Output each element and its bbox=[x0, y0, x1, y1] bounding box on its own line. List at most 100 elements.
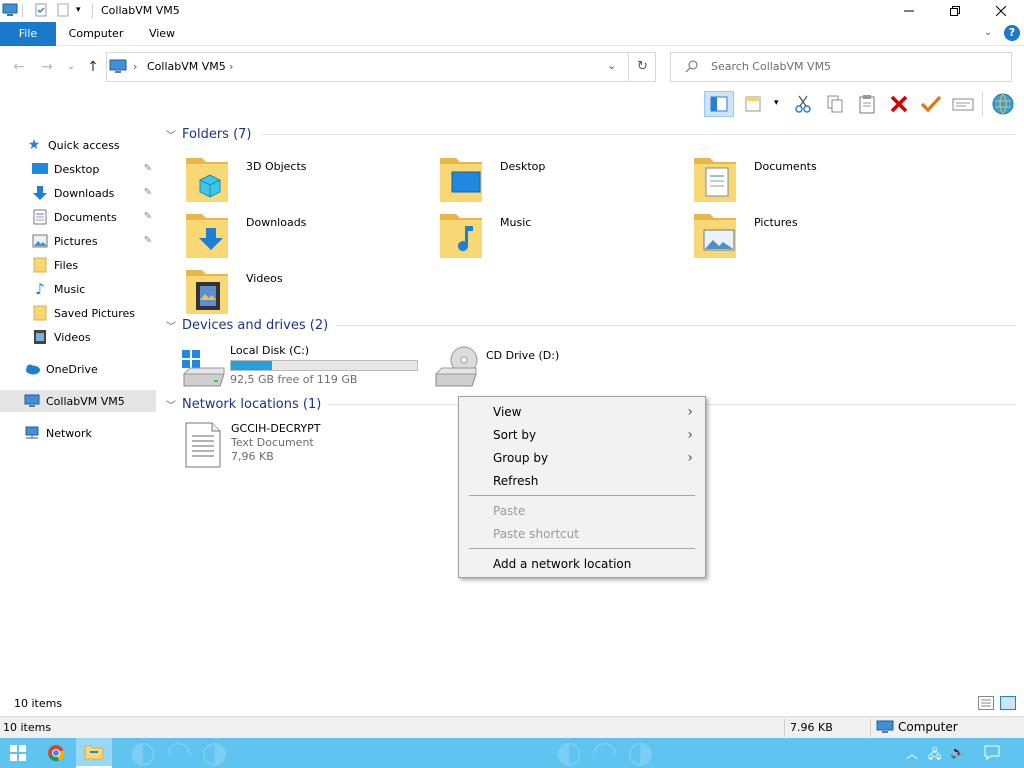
folder-3d-objects[interactable]: 3D Objects bbox=[184, 154, 434, 206]
cut-button[interactable] bbox=[790, 91, 816, 117]
properties-icon[interactable] bbox=[34, 3, 48, 17]
item-count: 10 items bbox=[14, 697, 63, 710]
sidebar-item-desktop[interactable]: Desktop ✎ bbox=[0, 158, 156, 180]
chevron-down-icon[interactable]: ▾ bbox=[774, 98, 779, 108]
options-button[interactable] bbox=[990, 91, 1016, 117]
sidebar-item-music[interactable]: ♪ Music bbox=[0, 278, 156, 300]
file-name: GCCIH-DECRYPT bbox=[231, 422, 321, 435]
pin-icon[interactable]: ✎ bbox=[144, 211, 152, 222]
help-icon[interactable]: ? bbox=[1004, 25, 1020, 41]
sidebar-item-label: OneDrive bbox=[46, 362, 98, 376]
tab-view[interactable]: View bbox=[140, 22, 184, 46]
large-icons-view-icon[interactable] bbox=[1000, 696, 1016, 713]
taskbar: ◐ ◠ ◑ ◐ ◠ ◑ ︿ 🖧 🔈 bbox=[0, 738, 1024, 768]
menu-item-group-by[interactable]: Group by › bbox=[459, 447, 705, 469]
menu-item-label: Paste shortcut bbox=[493, 527, 579, 541]
sidebar-item-saved-pictures[interactable]: Saved Pictures bbox=[0, 302, 156, 324]
folder-pictures[interactable]: Pictures bbox=[692, 210, 942, 262]
taskbar-chrome[interactable] bbox=[38, 738, 74, 768]
pin-icon[interactable]: ✎ bbox=[144, 187, 152, 198]
up-button[interactable]: ↑ bbox=[84, 58, 102, 76]
chevron-down-icon[interactable]: ﹀ bbox=[166, 318, 176, 333]
folder-downloads[interactable]: Downloads bbox=[184, 210, 434, 262]
forward-button[interactable]: → bbox=[38, 58, 56, 76]
menu-item-refresh[interactable]: Refresh bbox=[459, 470, 705, 492]
drive-free-space: 92,5 GB free of 119 GB bbox=[230, 373, 358, 386]
sidebar-item-files[interactable]: Files bbox=[0, 254, 156, 276]
navigation-pane-button[interactable] bbox=[704, 91, 734, 117]
folder-label: Music bbox=[500, 216, 532, 229]
layout-pane-icon bbox=[710, 96, 728, 112]
sidebar-item-videos[interactable]: Videos bbox=[0, 326, 156, 348]
drive-local-disk-c[interactable]: Local Disk (C:) 92,5 GB free of 119 GB bbox=[180, 344, 442, 396]
menu-item-sort-by[interactable]: Sort by › bbox=[459, 424, 705, 446]
tab-file[interactable]: File bbox=[0, 22, 56, 46]
folder-label: Downloads bbox=[246, 216, 307, 229]
chevron-right-icon[interactable]: › bbox=[229, 60, 233, 73]
divider bbox=[784, 719, 785, 737]
sidebar-item-network[interactable]: Network bbox=[0, 422, 156, 444]
wallpaper-decoration: ◐ ◠ ◑ bbox=[130, 738, 228, 768]
globe-icon bbox=[992, 93, 1014, 115]
menu-separator bbox=[469, 495, 695, 496]
breadcrumb[interactable]: CollabVM VM5 bbox=[147, 60, 226, 73]
back-button[interactable]: ← bbox=[10, 58, 28, 76]
group-header-folders[interactable]: ﹀ Folders (7) bbox=[166, 124, 1016, 144]
menu-item-add-network-location[interactable]: Add a network location bbox=[459, 553, 705, 575]
paste-button[interactable] bbox=[854, 91, 880, 117]
network-item-gccih-decrypt[interactable]: GCCIH-DECRYPT Text Document 7,96 KB bbox=[184, 422, 434, 474]
minimize-button[interactable] bbox=[886, 0, 932, 22]
volume-icon[interactable]: 🔈 bbox=[950, 745, 965, 759]
search-input[interactable]: Search CollabVM VM5 bbox=[670, 52, 1012, 82]
chevron-down-icon[interactable]: ﹀ bbox=[166, 127, 176, 142]
recent-locations-button[interactable]: ⌄ bbox=[62, 58, 80, 76]
sidebar-item-downloads[interactable]: Downloads ✎ bbox=[0, 182, 156, 204]
chevron-right-icon: › bbox=[687, 404, 693, 420]
properties-button[interactable] bbox=[950, 91, 976, 117]
details-view-icon[interactable] bbox=[978, 696, 994, 713]
computer-icon[interactable] bbox=[2, 3, 18, 17]
tab-computer[interactable]: Computer bbox=[60, 22, 132, 46]
folder-music[interactable]: Music bbox=[438, 210, 688, 262]
chevron-down-icon: ⌄ bbox=[67, 62, 75, 72]
wallpaper-decoration: ◐ ◠ ◑ bbox=[556, 738, 654, 768]
menu-item-view[interactable]: View › bbox=[459, 401, 705, 423]
close-button[interactable] bbox=[978, 0, 1024, 22]
divider bbox=[92, 4, 93, 18]
sidebar-item-pictures[interactable]: Pictures ✎ bbox=[0, 230, 156, 252]
drive-cd-d[interactable]: CD Drive (D:) bbox=[434, 344, 684, 396]
new-item-button[interactable] bbox=[742, 91, 768, 117]
copy-button[interactable] bbox=[822, 91, 848, 117]
notifications-icon[interactable] bbox=[984, 745, 1000, 763]
group-header-devices[interactable]: ﹀ Devices and drives (2) bbox=[166, 315, 1016, 335]
divider bbox=[22, 4, 23, 18]
new-folder-icon[interactable] bbox=[56, 3, 70, 17]
videos-icon bbox=[32, 329, 48, 345]
chevron-down-icon[interactable]: ﹀ bbox=[166, 397, 176, 412]
pin-icon[interactable]: ✎ bbox=[144, 235, 152, 246]
network-tray-icon[interactable]: 🖧 bbox=[928, 745, 941, 766]
folder-desktop[interactable]: Desktop bbox=[438, 154, 688, 206]
start-button[interactable] bbox=[0, 738, 36, 768]
chevron-down-icon[interactable]: ⌄ bbox=[607, 59, 616, 72]
address-bar[interactable]: › CollabVM VM5 › ⌄ ↻ bbox=[106, 52, 656, 82]
delete-button[interactable] bbox=[886, 91, 912, 117]
sidebar-item-quick-access[interactable]: ★ Quick access bbox=[0, 134, 156, 156]
sidebar-item-onedrive[interactable]: OneDrive bbox=[0, 358, 156, 380]
taskbar-file-explorer[interactable] bbox=[76, 738, 112, 768]
customize-quick-access-icon[interactable]: ▾ bbox=[76, 5, 90, 19]
folder-videos[interactable]: Videos bbox=[184, 266, 434, 318]
pin-icon[interactable]: ✎ bbox=[144, 163, 152, 174]
expand-ribbon-icon[interactable]: ⌄ bbox=[984, 27, 992, 38]
sidebar-item-label: Files bbox=[54, 258, 79, 272]
restore-button[interactable] bbox=[932, 0, 978, 22]
group-title: Network locations (1) bbox=[182, 396, 322, 412]
documents-icon bbox=[694, 158, 736, 202]
folder-documents[interactable]: Documents bbox=[692, 154, 942, 206]
rename-button[interactable] bbox=[918, 91, 944, 117]
menu-item-label: Sort by bbox=[493, 428, 537, 442]
chevron-up-icon[interactable]: ︿ bbox=[906, 745, 918, 762]
sidebar-item-documents[interactable]: Documents ✎ bbox=[0, 206, 156, 228]
refresh-icon[interactable]: ↻ bbox=[637, 59, 648, 74]
sidebar-item-this-pc[interactable]: CollabVM VM5 bbox=[0, 390, 156, 412]
